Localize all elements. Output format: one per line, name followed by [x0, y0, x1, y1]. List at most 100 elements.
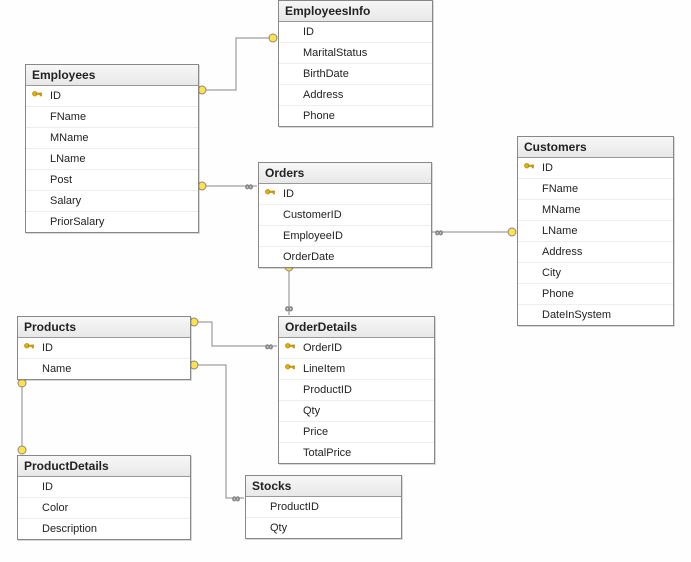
column-row[interactable]: BirthDate	[279, 64, 432, 85]
column-name: Phone	[303, 110, 428, 122]
column-row[interactable]: TotalPrice	[279, 443, 434, 463]
column-row[interactable]: MaritalStatus	[279, 43, 432, 64]
column-name: Salary	[50, 195, 194, 207]
column-row[interactable]: Qty	[246, 518, 401, 538]
column-icon	[522, 182, 536, 196]
column-icon	[283, 46, 297, 60]
column-icon	[30, 215, 44, 229]
table-body: ID FName MName LName Post Salary PriorSalary	[26, 86, 198, 232]
column-row[interactable]: Post	[26, 170, 198, 191]
column-row[interactable]: LName	[518, 221, 673, 242]
primary-key-icon	[22, 341, 36, 355]
table-orders[interactable]: OrdersID CustomerID EmployeeID OrderDate	[258, 162, 432, 268]
column-row[interactable]: ID	[279, 22, 432, 43]
table-body: OrderID LineItem ProductID Qty Price TotalPri…	[279, 338, 434, 463]
column-icon	[283, 25, 297, 39]
column-icon	[22, 362, 36, 376]
column-icon	[30, 152, 44, 166]
table-body: IDFName MName LName Address City Phone DateInS…	[518, 158, 673, 325]
table-employees[interactable]: Employees ID FName MName LName Post Salary Prio…	[25, 64, 199, 233]
table-header[interactable]: Products	[18, 317, 190, 338]
column-icon	[283, 383, 297, 397]
column-name: Post	[50, 174, 194, 186]
column-row[interactable]: MName	[518, 200, 673, 221]
column-row[interactable]: ID	[518, 158, 673, 179]
table-employeesinfo[interactable]: EmployeesInfo ID MaritalStatus BirthDate Add…	[278, 0, 433, 127]
column-name: OrderID	[303, 342, 430, 354]
column-name: City	[542, 267, 669, 279]
column-row[interactable]: Phone	[518, 284, 673, 305]
column-name: ProductID	[270, 501, 397, 513]
column-row[interactable]: Price	[279, 422, 434, 443]
table-header[interactable]: OrderDetails	[279, 317, 434, 338]
table-customers[interactable]: CustomersIDFName MName LName Address City Pho…	[517, 136, 674, 326]
column-row[interactable]: ID	[18, 477, 190, 498]
column-row[interactable]: ID	[26, 86, 198, 107]
column-name: TotalPrice	[303, 447, 430, 459]
column-name: BirthDate	[303, 68, 428, 80]
column-row[interactable]: EmployeeID	[259, 226, 431, 247]
column-name: ID	[42, 342, 186, 354]
primary-key-icon	[283, 341, 297, 355]
column-row[interactable]: Address	[518, 242, 673, 263]
table-orderdetails[interactable]: OrderDetails OrderID LineItem ProductID Qty P…	[278, 316, 435, 464]
column-row[interactable]: CustomerID	[259, 205, 431, 226]
table-header[interactable]: Employees	[26, 65, 198, 86]
column-row[interactable]: Salary	[26, 191, 198, 212]
column-row[interactable]: ProductID	[279, 380, 434, 401]
column-row[interactable]: PriorSalary	[26, 212, 198, 232]
table-products[interactable]: Products ID Name	[17, 316, 191, 380]
table-header[interactable]: EmployeesInfo	[279, 1, 432, 22]
column-name: Phone	[542, 288, 669, 300]
column-name: CustomerID	[283, 209, 427, 221]
column-name: Description	[42, 523, 186, 535]
column-row[interactable]: LName	[26, 149, 198, 170]
column-icon	[283, 446, 297, 460]
column-row[interactable]: ID	[259, 184, 431, 205]
column-row[interactable]: ID	[18, 338, 190, 359]
table-header[interactable]: ProductDetails	[18, 456, 190, 477]
column-icon	[522, 308, 536, 322]
column-name: ID	[50, 90, 194, 102]
column-row[interactable]: FName	[518, 179, 673, 200]
column-row[interactable]: Qty	[279, 401, 434, 422]
column-name: ProductID	[303, 384, 430, 396]
column-name: FName	[50, 111, 194, 123]
table-header[interactable]: Orders	[259, 163, 431, 184]
column-icon	[30, 110, 44, 124]
column-name: MName	[542, 204, 669, 216]
column-name: OrderDate	[283, 251, 427, 263]
column-row[interactable]: LineItem	[279, 359, 434, 380]
column-row[interactable]: DateInSystem	[518, 305, 673, 325]
column-name: Address	[542, 246, 669, 258]
column-row[interactable]: Phone	[279, 106, 432, 126]
column-icon	[283, 404, 297, 418]
column-row[interactable]: MName	[26, 128, 198, 149]
column-row[interactable]: Name	[18, 359, 190, 379]
column-name: Qty	[303, 405, 430, 417]
column-row[interactable]: City	[518, 263, 673, 284]
column-name: LName	[50, 153, 194, 165]
table-body: ProductID Qty	[246, 497, 401, 538]
column-name: LineItem	[303, 363, 430, 375]
column-row[interactable]: ProductID	[246, 497, 401, 518]
column-row[interactable]: Description	[18, 519, 190, 539]
table-stocks[interactable]: Stocks ProductID Qty	[245, 475, 402, 539]
table-productdetails[interactable]: ProductDetailsIDColor Description	[17, 455, 191, 540]
column-icon	[22, 480, 36, 494]
column-name: ID	[303, 26, 428, 38]
column-row[interactable]: Color	[18, 498, 190, 519]
column-row[interactable]: Address	[279, 85, 432, 106]
column-icon	[522, 287, 536, 301]
column-icon	[250, 521, 264, 535]
column-name: EmployeeID	[283, 230, 427, 242]
table-header[interactable]: Customers	[518, 137, 673, 158]
column-row[interactable]: OrderID	[279, 338, 434, 359]
table-body: ID MaritalStatus BirthDate Address Phone	[279, 22, 432, 126]
diagram-canvas: ∞ EmployeesIDFNameMNameLNamePostSalar	[0, 0, 691, 562]
column-icon	[30, 173, 44, 187]
table-header[interactable]: Stocks	[246, 476, 401, 497]
primary-key-icon	[263, 187, 277, 201]
column-row[interactable]: FName	[26, 107, 198, 128]
column-row[interactable]: OrderDate	[259, 247, 431, 267]
